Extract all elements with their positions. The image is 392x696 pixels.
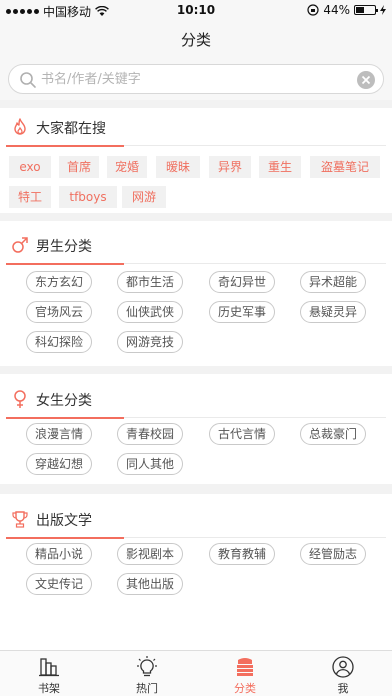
tab-label: 我 <box>337 682 349 695</box>
tab-me[interactable]: 我 <box>294 651 392 696</box>
category-tag[interactable]: 影视剧本 <box>117 543 183 565</box>
section-gap <box>0 213 392 221</box>
category-tag[interactable]: 穿越幻想 <box>26 453 92 475</box>
section-header: 出版文学 <box>0 500 392 539</box>
category-tag[interactable]: 精品小说 <box>26 543 92 565</box>
orientation-lock-icon <box>307 4 319 16</box>
category-tag[interactable]: 奇幻异世 <box>209 271 275 293</box>
hot-tag[interactable]: 首席 <box>59 156 99 178</box>
section-title-underline <box>6 263 124 265</box>
category-tag[interactable]: 悬疑灵异 <box>300 301 366 323</box>
hot-tag[interactable]: tfboys <box>59 186 117 208</box>
section-title-underline <box>6 145 124 147</box>
page-title: 分类 <box>180 31 211 49</box>
section-female-categories: 女生分类 浪漫言情 青春校园 古代言情 总裁豪门 穿越幻想 同人其他 <box>0 380 392 482</box>
section-title: 大家都在搜 <box>36 121 106 137</box>
category-tag[interactable]: 文史传记 <box>26 573 92 595</box>
search-icon <box>20 72 36 88</box>
category-tag[interactable]: 浪漫言情 <box>26 423 92 445</box>
category-tag[interactable]: 其他出版 <box>117 573 183 595</box>
person-icon <box>332 656 354 678</box>
hot-tag[interactable]: 特工 <box>9 186 51 208</box>
tab-bar: 书架 热门 分类 我 <box>0 650 392 696</box>
section-title-underline <box>6 417 124 419</box>
category-tag[interactable]: 异术超能 <box>300 271 366 293</box>
search-bar <box>0 56 392 100</box>
hot-tag[interactable]: 暧昧 <box>156 156 200 178</box>
section-title: 出版文学 <box>36 513 92 529</box>
category-tag[interactable]: 网游竞技 <box>117 331 183 353</box>
category-tag[interactable]: 历史军事 <box>209 301 275 323</box>
tab-bookshelf[interactable]: 书架 <box>0 651 98 696</box>
category-tag[interactable]: 同人其他 <box>117 453 183 475</box>
section-gap <box>0 100 392 108</box>
section-title-underline <box>6 537 124 539</box>
hot-tag[interactable]: 盗墓笔记 <box>310 156 380 178</box>
section-divider <box>124 537 386 538</box>
lightbulb-icon <box>137 656 157 677</box>
clear-search-icon[interactable] <box>357 71 375 89</box>
tab-label: 分类 <box>234 682 256 695</box>
section-title: 女生分类 <box>36 393 92 409</box>
category-tag[interactable]: 都市生活 <box>117 271 183 293</box>
section-divider <box>124 263 386 264</box>
battery-percent: 44% <box>323 3 350 17</box>
category-tag[interactable]: 仙侠武侠 <box>117 301 183 323</box>
tab-label: 热门 <box>136 682 158 695</box>
charging-bolt-icon <box>380 5 386 15</box>
category-tag[interactable]: 总裁豪门 <box>300 423 366 445</box>
section-header: 大家都在搜 <box>0 108 392 147</box>
category-tag[interactable]: 经管励志 <box>300 543 366 565</box>
bookshelf-icon <box>39 658 59 677</box>
section-divider <box>124 417 386 418</box>
category-books-icon <box>237 658 253 676</box>
category-tag[interactable]: 官场风云 <box>26 301 92 323</box>
hot-tag[interactable]: 重生 <box>259 156 301 178</box>
search-box[interactable] <box>8 64 384 94</box>
navigation-bar: 分类 <box>0 20 392 56</box>
search-input[interactable] <box>41 69 341 89</box>
category-tag[interactable]: 青春校园 <box>117 423 183 445</box>
trophy-icon <box>12 511 28 528</box>
category-tag[interactable]: 科幻探险 <box>26 331 92 353</box>
section-header: 男生分类 <box>0 226 392 265</box>
tab-popular[interactable]: 热门 <box>98 651 196 696</box>
section-male-categories: 男生分类 东方玄幻 都市生活 奇幻异世 异术超能 官场风云 仙侠武侠 历史军事 … <box>0 226 392 364</box>
status-right: 44% <box>307 3 386 17</box>
section-publishing: 出版文学 精品小说 影视剧本 教育教辅 经管励志 文史传记 其他出版 <box>0 500 392 602</box>
hot-tag[interactable]: 网游 <box>122 186 166 208</box>
category-tag[interactable]: 东方玄幻 <box>26 271 92 293</box>
battery-icon <box>354 5 378 15</box>
status-bar: 中国移动 10:10 44% <box>0 0 392 20</box>
section-gap <box>0 366 392 374</box>
category-tag[interactable]: 教育教辅 <box>209 543 275 565</box>
hot-tag[interactable]: 宠婚 <box>107 156 147 178</box>
tab-label: 书架 <box>38 682 60 695</box>
hot-tag[interactable]: exo <box>9 156 51 178</box>
section-hot-searches: 大家都在搜 exo 首席 宠婚 暧昧 异界 重生 盗墓笔记 特工 tfboys … <box>0 108 392 208</box>
section-gap <box>0 484 392 494</box>
tab-category[interactable]: 分类 <box>196 651 294 696</box>
male-icon <box>12 237 28 253</box>
section-title: 男生分类 <box>36 239 92 255</box>
flame-icon <box>14 118 26 135</box>
section-header: 女生分类 <box>0 380 392 419</box>
category-tag[interactable]: 古代言情 <box>209 423 275 445</box>
hot-tag[interactable]: 异界 <box>209 156 251 178</box>
female-icon <box>14 390 26 408</box>
section-divider <box>124 145 386 146</box>
